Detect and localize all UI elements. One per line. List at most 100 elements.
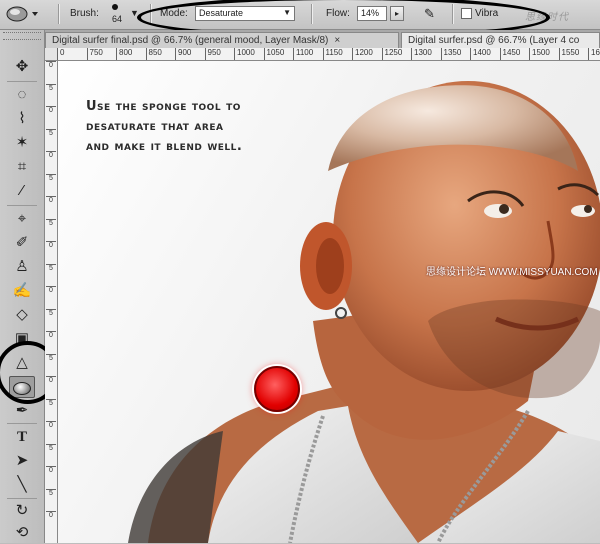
polygonal-lasso-tool-icon[interactable]: ⌇	[9, 108, 35, 130]
ruler-tick-label: 0	[57, 48, 64, 60]
ruler-tick-label: 850	[145, 48, 162, 60]
gradient-tool-icon[interactable]: ▣	[9, 328, 35, 350]
ruler-tick-label: 0	[46, 421, 56, 429]
document-tab-active[interactable]: Digital surfer.psd @ 66.7% (Layer 4 co	[401, 32, 600, 48]
ruler-tick-label: 5	[46, 443, 56, 452]
ruler-tick-label: 5	[46, 308, 56, 317]
ruler-tick-label: 0	[46, 331, 56, 339]
crop-tool-icon[interactable]: ⌗	[9, 156, 35, 178]
eyedropper-tool-icon[interactable]: ⁄	[9, 180, 35, 202]
mode-label: Mode:	[160, 8, 188, 19]
clone-stamp-tool-icon[interactable]: ♙	[9, 256, 35, 278]
tool-separator	[7, 423, 37, 424]
ruler-tick-label: 900	[175, 48, 191, 60]
flow-slider-button[interactable]: ▸	[390, 6, 404, 21]
3d-orbit-tool-icon[interactable]: ⟲	[9, 522, 35, 544]
ruler-tick-label: 1300	[411, 48, 432, 60]
ruler-tick-label: 0	[46, 61, 56, 69]
path-selection-tool-icon[interactable]: ➤	[9, 450, 35, 472]
sponge-brush-cursor	[254, 366, 300, 412]
magic-wand-tool-icon[interactable]: ✶	[9, 132, 35, 154]
ruler-tick-label: 1150	[322, 48, 343, 60]
ruler-tick-label: 1500	[529, 48, 550, 60]
vibrance-label: Vibra	[475, 8, 499, 19]
instruction-text: Use the sponge tool to desaturate that a…	[86, 97, 346, 157]
options-separator	[150, 4, 152, 24]
ruler-tick-label: 5	[46, 128, 56, 137]
instruction-line: Use the sponge tool to	[86, 99, 241, 114]
flow-label: Flow:	[326, 8, 350, 19]
tool-separator	[7, 205, 37, 206]
ear-inner-shape	[316, 238, 344, 294]
brush-size: 64	[112, 14, 123, 24]
ruler-tick-label: 800	[116, 48, 132, 60]
ruler-tick-label: 0	[46, 376, 56, 384]
ruler-tick-label: 950	[204, 48, 221, 60]
ruler-tick-label: 1250	[381, 48, 402, 60]
instruction-line: desaturate that area	[86, 119, 224, 134]
canvas-watermark: 思缘设计论坛 WWW.MISSYUAN.COM	[426, 267, 598, 278]
sponge-tool-preset-icon[interactable]	[4, 4, 42, 24]
ruler-tick-label: 5	[46, 218, 56, 227]
ruler-tick-label: 5	[46, 398, 56, 407]
toolbox: ✥ ◌ ⌇ ✶ ⌗ ⁄ ⌖ ✐ ♙ ✍ ◇ ▣ △ ✒ T ➤ ╲ ↻ ⟲	[0, 30, 45, 543]
mode-value: Desaturate	[199, 8, 244, 18]
3d-rotate-tool-icon[interactable]: ↻	[9, 500, 35, 522]
horizontal-ruler[interactable]: 0 750 800 850 900 950 1000 1050 1100 1150 1200 1250…	[57, 48, 600, 61]
vibrance-checkbox[interactable]	[461, 8, 472, 19]
instruction-line: and make it blend well.	[86, 139, 243, 154]
healing-brush-tool-icon[interactable]: ⌖	[9, 208, 35, 230]
line-tool-icon[interactable]: ╲	[9, 474, 35, 496]
ruler-tick-label: 0	[46, 241, 56, 249]
document-tab[interactable]: Digital surfer final.psd @ 66.7% (genera…	[45, 32, 399, 48]
toolbox-grip[interactable]	[3, 32, 41, 40]
ruler-tick-label: 5	[46, 353, 56, 362]
tool-separator	[7, 498, 37, 499]
sponge-tool-icon[interactable]	[9, 376, 35, 398]
pupil-shape	[584, 205, 592, 213]
pupil-shape	[499, 204, 509, 214]
pen-tool-icon[interactable]: ✒	[9, 400, 35, 422]
ruler-tick-label: 1200	[352, 48, 373, 60]
lasso-tool-icon[interactable]: ◌	[9, 84, 35, 106]
ruler-tick-label: 1600	[588, 48, 600, 60]
history-brush-tool-icon[interactable]: ✍	[9, 280, 35, 302]
tab-label: Digital surfer.psd @ 66.7% (Layer 4 co	[408, 35, 580, 46]
ruler-tick-label: 5	[46, 488, 56, 497]
brush-preview-icon[interactable]	[112, 4, 118, 10]
close-icon[interactable]: ×	[334, 35, 340, 46]
ruler-tick-label: 1550	[558, 48, 579, 60]
ruler-tick-label: 0	[46, 151, 56, 159]
ruler-tick-label: 750	[86, 48, 103, 60]
earring-shape	[335, 307, 347, 319]
airbrush-icon[interactable]: ✎	[424, 6, 435, 22]
type-tool-icon[interactable]: T	[9, 426, 35, 448]
tab-label: Digital surfer final.psd @ 66.7% (genera…	[52, 35, 329, 46]
vertical-ruler[interactable]: 0 5 0 5 0 5 0 5 0 5 0 5 0 5 0 5 0 5 0 5 0	[45, 61, 58, 543]
chevron-down-icon: ▼	[283, 8, 291, 17]
blur-tool-icon[interactable]: △	[9, 352, 35, 374]
ruler-tick-label: 5	[46, 173, 56, 182]
ruler-tick-label: 1050	[263, 48, 284, 60]
watermark-top: 思缘时代	[525, 12, 569, 23]
ruler-tick-label: 0	[46, 196, 56, 204]
options-separator	[452, 4, 454, 24]
eraser-tool-icon[interactable]: ◇	[9, 304, 35, 326]
brush-label: Brush:	[70, 8, 99, 19]
ruler-tick-label: 1100	[293, 48, 313, 60]
ruler-tick-label: 0	[46, 511, 56, 519]
flow-input[interactable]: 14%	[357, 6, 387, 21]
move-tool-icon[interactable]: ✥	[9, 56, 35, 78]
ruler-tick-label: 1450	[499, 48, 520, 60]
options-bar: Brush: 64 ▼ Mode: Desaturate ▼ Flow: 14%…	[0, 0, 600, 30]
mode-select[interactable]: Desaturate ▼	[195, 6, 295, 21]
brush-dropdown-icon[interactable]: ▼	[130, 8, 139, 18]
brush-tool-icon[interactable]: ✐	[9, 232, 35, 254]
ruler-tick-label: 0	[46, 466, 56, 474]
ruler-tick-label: 5	[46, 263, 56, 272]
ruler-tick-label: 1000	[234, 48, 255, 60]
options-separator	[311, 4, 313, 24]
document-canvas[interactable]: Use the sponge tool to desaturate that a…	[58, 61, 600, 543]
ruler-tick-label: 0	[46, 106, 56, 114]
sponge-icon	[13, 382, 31, 395]
